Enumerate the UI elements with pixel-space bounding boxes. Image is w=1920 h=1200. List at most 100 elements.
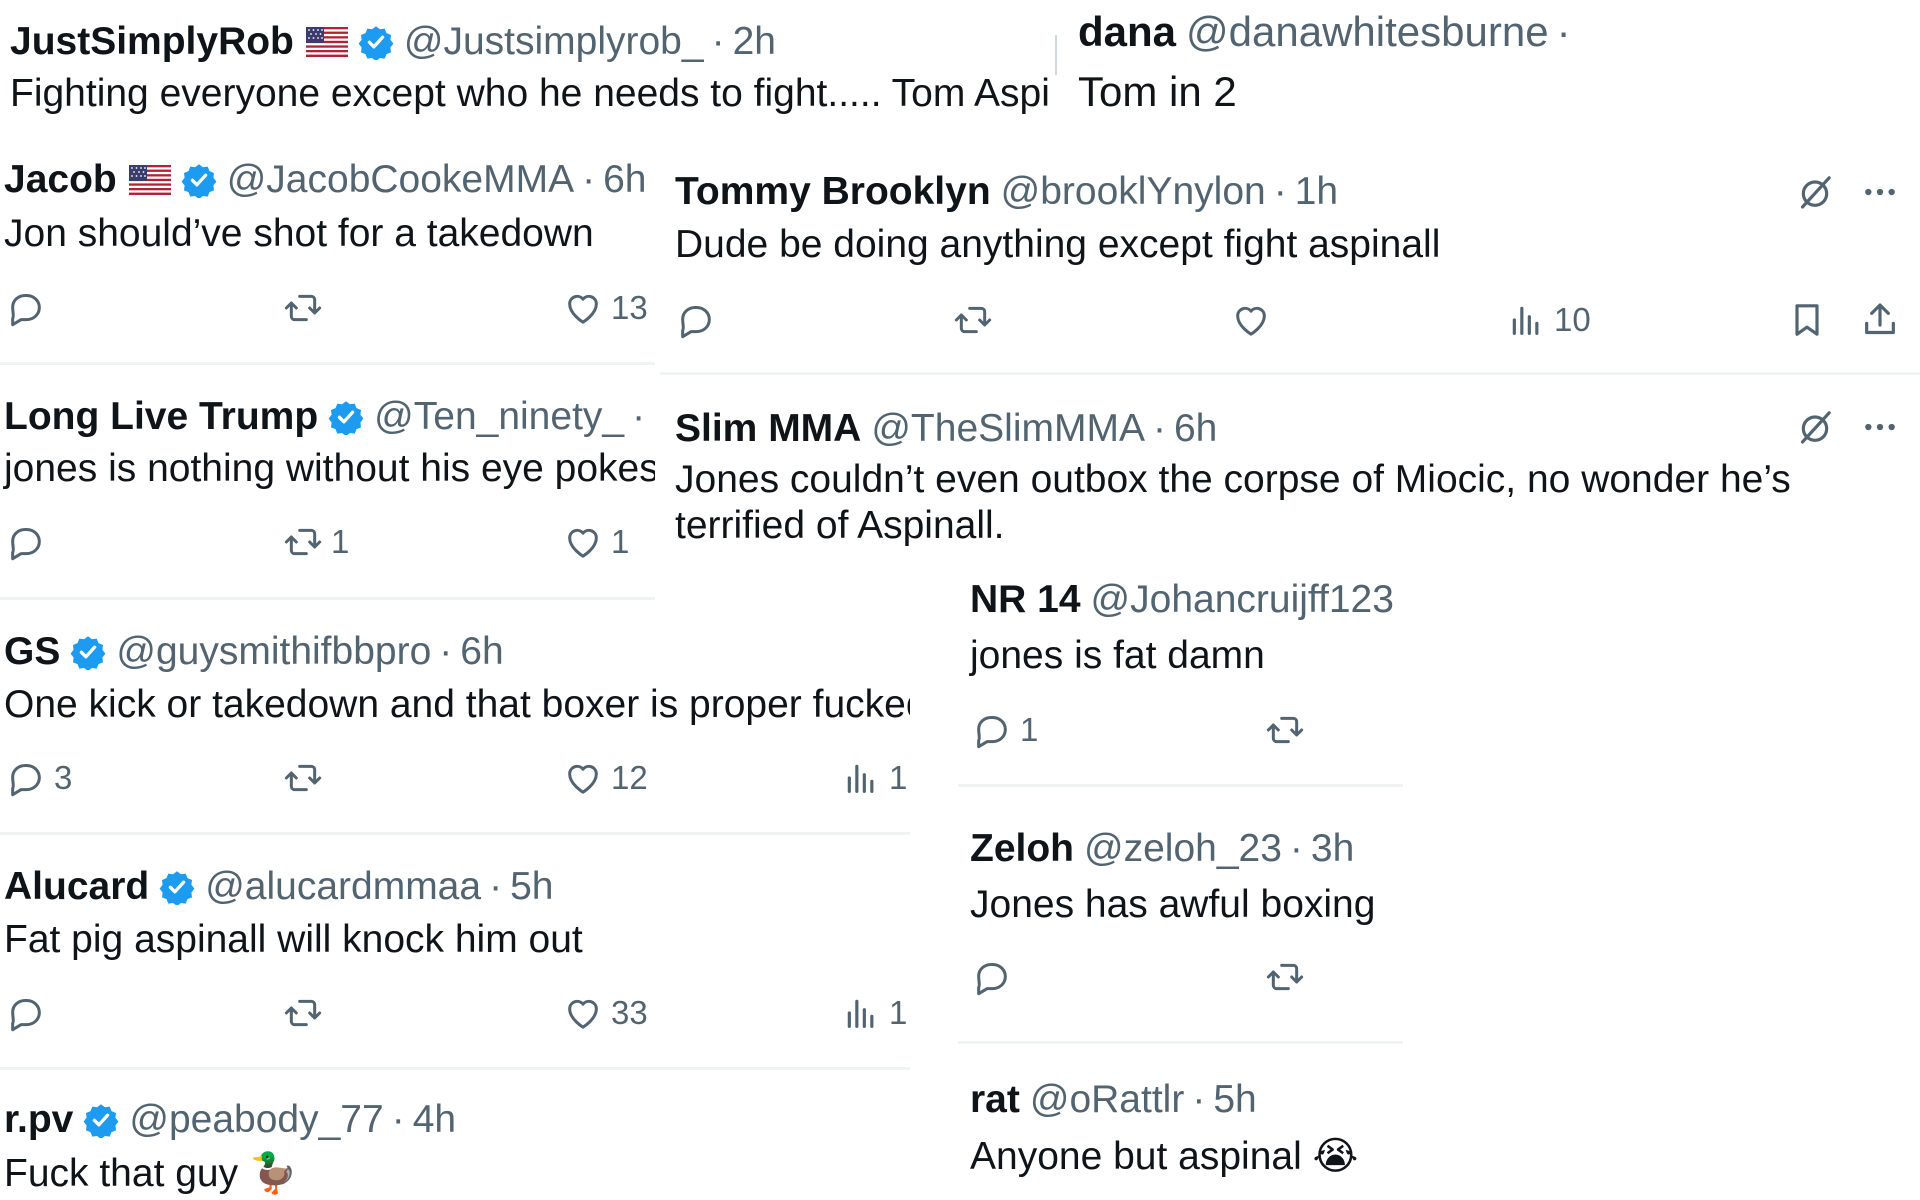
timestamp[interactable]: 2h xyxy=(653,395,655,439)
timestamp[interactable]: 2h xyxy=(733,20,776,64)
author-handle[interactable]: @alucardmmaa xyxy=(205,865,481,909)
tweet-jacob[interactable]: Jacob @JacobCookeMMA · 6h Jon should’ve … xyxy=(0,140,655,365)
divider xyxy=(0,362,655,365)
grok-button[interactable] xyxy=(1795,407,1835,447)
views-button[interactable]: 1. xyxy=(841,993,910,1033)
author-name[interactable]: r.pv xyxy=(4,1098,73,1142)
views-icon xyxy=(841,993,881,1033)
tweet-text: Jones couldn’t even outbox the corpse of… xyxy=(675,458,1791,547)
tweet-header: Zeloh @zeloh_23 · 3h xyxy=(970,827,1354,871)
reply-button[interactable]: 1 xyxy=(972,710,1038,750)
author-name[interactable]: GS xyxy=(4,630,60,674)
like-button[interactable] xyxy=(1231,300,1271,340)
tweet-text: Fat pig aspinall will knock him out xyxy=(4,918,583,961)
author-name[interactable]: JustSimplyRob xyxy=(10,20,294,64)
timestamp[interactable]: 4h xyxy=(413,1098,456,1142)
tweet-nr14[interactable]: NR 14 @Johancruijff123 · jones is fat da… xyxy=(958,558,1403,788)
author-handle[interactable]: @brooklYnylon xyxy=(1001,170,1266,214)
repost-button[interactable]: 1 xyxy=(283,522,349,562)
author-name[interactable]: Tommy Brooklyn xyxy=(675,170,991,214)
author-name[interactable]: Jacob xyxy=(4,158,117,202)
like-icon xyxy=(563,522,603,562)
verified-badge-icon xyxy=(83,1102,119,1138)
timestamp[interactable]: 5h xyxy=(1213,1078,1256,1122)
panel-divider xyxy=(1055,35,1057,75)
views-button[interactable]: 1. xyxy=(841,758,910,798)
divider xyxy=(958,1041,1403,1044)
author-handle[interactable]: @TheSlimMMA xyxy=(871,407,1145,451)
timestamp[interactable]: 6h xyxy=(460,630,503,674)
views-icon xyxy=(1506,300,1546,340)
repost-button[interactable] xyxy=(283,288,323,328)
repost-button[interactable] xyxy=(953,300,993,340)
tweet-slim[interactable]: Slim MMA @TheSlimMMA · 6h Jones couldn’t… xyxy=(660,385,1920,555)
tweet-text: jones is fat damn xyxy=(970,634,1265,677)
tweet-alucard[interactable]: Alucard @alucardmmaa · 5h Fat pig aspina… xyxy=(0,855,910,1075)
share-button[interactable] xyxy=(1860,300,1900,340)
grok-icon xyxy=(1795,407,1835,447)
timestamp[interactable]: 1h xyxy=(1295,170,1338,214)
timestamp[interactable]: 6h xyxy=(1174,407,1217,451)
separator-dot: · xyxy=(632,395,646,438)
repost-icon xyxy=(953,300,993,340)
tweet-text: Anyone but aspinal 😭 xyxy=(970,1135,1359,1178)
author-handle[interactable]: @danawhitesburne xyxy=(1186,8,1549,56)
author-handle[interactable]: @JacobCookeMMA xyxy=(227,158,574,202)
views-button[interactable]: 10 xyxy=(1506,300,1591,340)
author-name[interactable]: Zeloh xyxy=(970,827,1074,871)
reply-button[interactable]: 3 xyxy=(6,758,72,798)
reply-button[interactable] xyxy=(676,300,716,340)
author-name[interactable]: rat xyxy=(970,1078,1020,1122)
repost-button[interactable] xyxy=(1265,710,1305,750)
us-flag-icon xyxy=(306,27,348,57)
reply-icon xyxy=(676,300,716,340)
author-name[interactable]: NR 14 xyxy=(970,578,1081,622)
author-handle[interactable]: @Justsimplyrob_ xyxy=(404,20,704,64)
tweet-header: Tommy Brooklyn @brooklYnylon · 1h xyxy=(675,170,1338,214)
reply-button[interactable] xyxy=(6,993,46,1033)
repost-button[interactable] xyxy=(283,993,323,1033)
repost-button[interactable] xyxy=(1265,957,1305,997)
tweet-header: dana @danawhitesburne · xyxy=(1078,8,1579,56)
author-handle[interactable]: @zeloh_23 xyxy=(1084,827,1282,871)
divider xyxy=(0,1067,910,1070)
author-handle[interactable]: @oRattlr xyxy=(1030,1078,1184,1122)
tweet-tommy[interactable]: Tommy Brooklyn @brooklYnylon · 1h Dude b… xyxy=(660,150,1920,378)
tweet-zeloh[interactable]: Zeloh @zeloh_23 · 3h Jones has awful box… xyxy=(958,805,1403,1045)
author-handle[interactable]: @peabody_77 xyxy=(129,1098,383,1142)
author-name[interactable]: Long Live Trump xyxy=(4,395,318,439)
tweet-rpv[interactable]: r.pv @peabody_77 · 4h Fuck that guy 🦆 xyxy=(0,1090,910,1200)
more-options-button[interactable] xyxy=(1860,172,1900,212)
like-button[interactable]: 1 xyxy=(563,522,629,562)
like-button[interactable]: 13 xyxy=(563,288,648,328)
more-options-button[interactable] xyxy=(1860,407,1900,447)
author-handle[interactable]: @Ten_ninety_ xyxy=(374,395,624,439)
separator-dot: · xyxy=(1273,170,1287,213)
separator-dot: · xyxy=(1402,578,1403,622)
tweet-gs[interactable]: GS @guysmithifbbpro · 6h One kick or tak… xyxy=(0,620,910,840)
author-name[interactable]: Slim MMA xyxy=(675,407,861,451)
separator-dot: · xyxy=(439,630,453,673)
reply-button[interactable] xyxy=(6,288,46,328)
repost-button[interactable] xyxy=(283,758,323,798)
grok-button[interactable] xyxy=(1795,172,1835,212)
timestamp[interactable]: 3h xyxy=(1311,827,1354,871)
timestamp[interactable]: 5h xyxy=(510,865,553,909)
tweet-dana[interactable]: dana @danawhitesburne · Tom in 2 xyxy=(1055,0,1920,125)
like-button[interactable]: 12 xyxy=(563,758,648,798)
author-handle[interactable]: @guysmithifbbpro xyxy=(116,630,431,674)
tweet-rob[interactable]: JustSimplyRob @Justsimplyrob_ · 2h Fight… xyxy=(0,0,1050,125)
author-name[interactable]: dana xyxy=(1078,8,1176,56)
bookmark-button[interactable] xyxy=(1787,300,1827,340)
reply-button[interactable] xyxy=(972,957,1012,997)
like-button[interactable]: 33 xyxy=(563,993,648,1033)
author-name[interactable]: Alucard xyxy=(4,865,149,909)
reply-button[interactable] xyxy=(6,522,46,562)
verified-badge-icon xyxy=(358,24,394,60)
tweet-text: Fuck that guy 🦆 xyxy=(4,1152,298,1195)
timestamp[interactable]: 6h xyxy=(603,158,646,202)
tweet-rat[interactable]: rat @oRattlr · 5h Anyone but aspinal 😭 xyxy=(958,1060,1403,1200)
tweet-header: r.pv @peabody_77 · 4h xyxy=(4,1098,456,1142)
tweet-trump[interactable]: Long Live Trump @Ten_ninety_ · 2h jones … xyxy=(0,380,655,605)
author-handle[interactable]: @Johancruijff123 xyxy=(1091,578,1394,622)
